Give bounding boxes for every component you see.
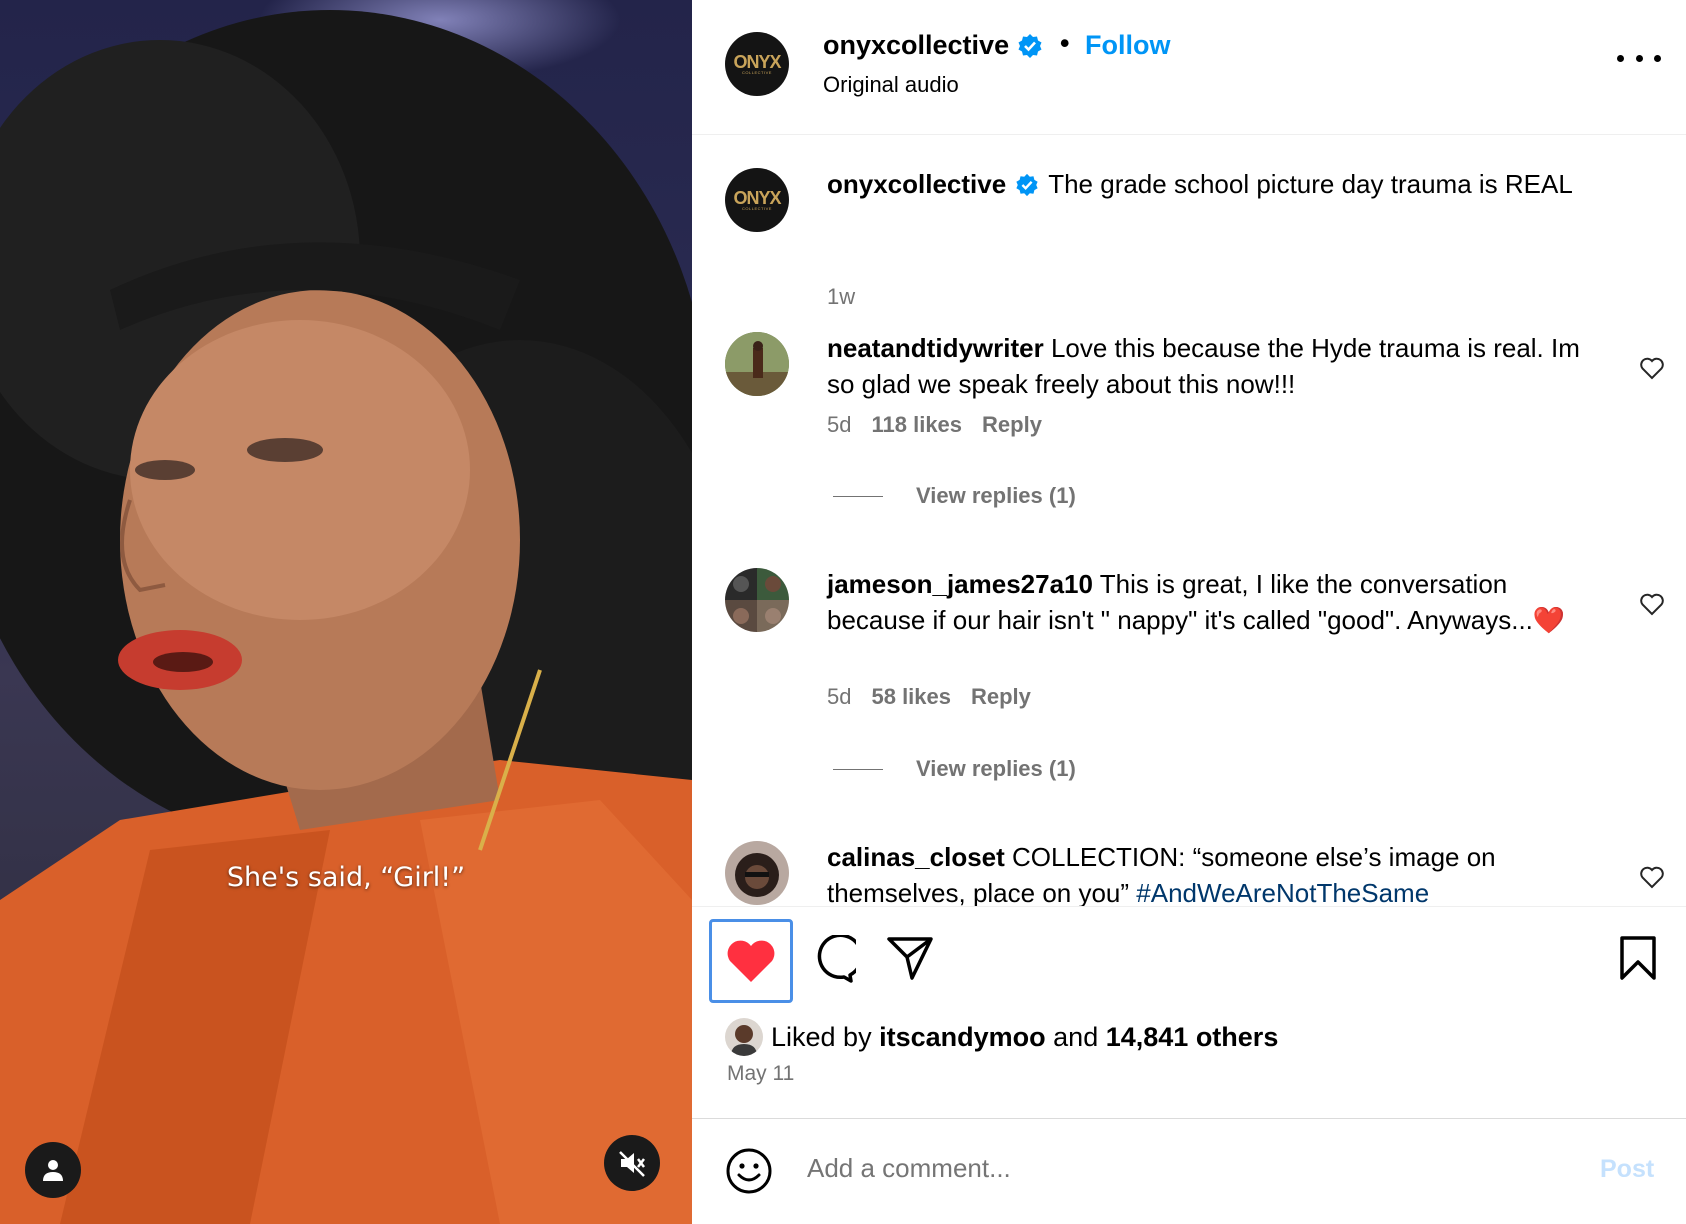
action-bar: Liked by itscandymoo and 14,841 others M…	[692, 906, 1686, 1118]
author-username-row: onyxcollective	[823, 30, 1043, 61]
likes-count[interactable]: 14,841 others	[1106, 1022, 1279, 1053]
comment-meta: 5d 58 likes Reply	[827, 684, 1031, 710]
heart-filled-icon	[727, 940, 775, 982]
header-separator: •	[1060, 28, 1070, 58]
video-frame	[0, 10, 692, 1224]
verified-badge-icon	[1018, 33, 1042, 58]
comments-list[interactable]: ONYX COLLECTIVE onyxcollective The grade…	[692, 136, 1686, 906]
caption-text-block: onyxcollective The grade school picture …	[827, 166, 1587, 202]
post-panel: ONYX COLLECTIVE onyxcollective • Follow …	[692, 0, 1686, 1224]
avatar-image	[725, 332, 789, 396]
post-comment-button[interactable]: Post	[1600, 1155, 1654, 1184]
commenter-avatar[interactable]	[725, 841, 789, 905]
comment-likes[interactable]: 118 likes	[871, 412, 962, 437]
caption-username[interactable]: onyxcollective	[827, 169, 1006, 199]
emoji-icon[interactable]	[725, 1147, 773, 1195]
share-icon[interactable]	[886, 935, 934, 981]
avatar-logo-text: ONYX	[733, 51, 781, 72]
caption-time[interactable]: 1w	[827, 284, 855, 310]
author-username[interactable]: onyxcollective	[823, 30, 1009, 61]
comment-likes[interactable]: 58 likes	[871, 684, 951, 709]
commenter-avatar[interactable]	[725, 568, 789, 632]
liked-by-prefix: Liked by	[771, 1021, 872, 1052]
verified-badge-icon	[1016, 173, 1039, 197]
speaker-muted-icon	[619, 1151, 645, 1177]
view-replies-button[interactable]: View replies (1)	[833, 756, 1076, 782]
comment-text-block: neatandtidywriter Love this because the …	[827, 330, 1587, 402]
tagged-users-button[interactable]	[25, 1142, 81, 1198]
comment-text-block: jameson_james27a10 This is great, I like…	[827, 566, 1587, 638]
avatar-logo-subtext: COLLECTIVE	[742, 205, 772, 211]
view-replies-label: View replies (1)	[916, 756, 1076, 781]
comment-like-icon[interactable]	[1639, 865, 1665, 889]
liked-by-summary: Liked by itscandymoo and 14,841 others	[725, 1018, 1278, 1056]
avatar-image	[725, 841, 789, 905]
replies-divider	[833, 768, 883, 770]
comment-text-block: calinas_closet COLLECTION: “someone else…	[827, 839, 1587, 906]
liked-by-user[interactable]: itscandymoo	[879, 1022, 1046, 1053]
follow-button[interactable]: Follow	[1085, 30, 1170, 61]
comment-username[interactable]: jameson_james27a10	[827, 569, 1093, 599]
liker-avatar[interactable]	[725, 1018, 763, 1056]
like-button[interactable]	[709, 919, 793, 1003]
mute-toggle-button[interactable]	[604, 1135, 660, 1191]
avatar-logo-subtext: COLLECTIVE	[742, 69, 772, 75]
commenter-avatar[interactable]	[725, 332, 789, 396]
comment-time[interactable]: 5d	[827, 684, 851, 709]
bookmark-icon[interactable]	[1618, 935, 1658, 981]
comment-username[interactable]: neatandtidywriter	[827, 333, 1044, 363]
comment-username[interactable]: calinas_closet	[827, 842, 1005, 872]
comment-icon[interactable]	[806, 935, 856, 985]
caption-author-avatar[interactable]: ONYX COLLECTIVE	[725, 168, 789, 232]
avatar-image	[725, 1018, 763, 1056]
reply-button[interactable]: Reply	[971, 684, 1031, 709]
comment-time[interactable]: 5d	[827, 412, 851, 437]
comment-hashtag[interactable]: #AndWeAreNotTheSame	[1136, 878, 1429, 906]
user-icon	[43, 1160, 63, 1181]
view-replies-label: View replies (1)	[916, 483, 1076, 508]
comment-like-icon[interactable]	[1639, 592, 1665, 616]
author-avatar[interactable]: ONYX COLLECTIVE	[725, 32, 789, 96]
post-header: ONYX COLLECTIVE onyxcollective • Follow …	[692, 0, 1686, 135]
video-caption: She's said, “Girl!”	[226, 862, 466, 893]
post-date[interactable]: May 11	[727, 1062, 794, 1086]
replies-divider	[833, 495, 883, 497]
liked-by-and: and	[1053, 1021, 1099, 1052]
more-options-icon[interactable]	[1617, 48, 1661, 68]
video-player[interactable]: She's said, “Girl!”	[0, 0, 692, 1224]
view-replies-button[interactable]: View replies (1)	[833, 483, 1076, 509]
comment-like-icon[interactable]	[1639, 356, 1665, 380]
comment-meta: 5d 118 likes Reply	[827, 412, 1042, 438]
avatar-logo-text: ONYX	[733, 187, 781, 208]
caption-text: The grade school picture day trauma is R…	[1048, 169, 1573, 199]
avatar-image	[725, 568, 789, 632]
add-comment-bar: Post	[692, 1118, 1686, 1224]
audio-label[interactable]: Original audio	[823, 72, 959, 98]
comment-input[interactable]	[807, 1153, 1507, 1184]
reply-button[interactable]: Reply	[982, 412, 1042, 437]
